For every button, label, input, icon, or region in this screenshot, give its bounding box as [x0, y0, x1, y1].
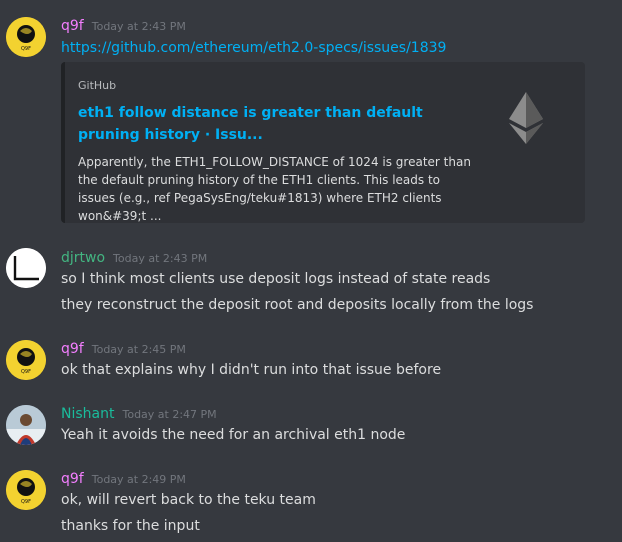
- avatar[interactable]: Q9F: [6, 470, 46, 510]
- timestamp: Today at 2:49 PM: [91, 473, 186, 486]
- avatar[interactable]: Q9F: [6, 340, 46, 380]
- avatar[interactable]: Q9F: [6, 17, 46, 57]
- timestamp: Today at 2:45 PM: [91, 343, 186, 356]
- timestamp: Today at 2:43 PM: [113, 252, 208, 265]
- message-text: ok, will revert back to the teku team: [61, 492, 316, 508]
- author-name[interactable]: q9f Today at 2:43 PM: [61, 18, 186, 34]
- message-text: Yeah it avoids the need for an archival …: [61, 427, 406, 443]
- message-text: ok that explains why I didn't run into t…: [61, 362, 442, 378]
- message-link[interactable]: https://github.com/ethereum/eth2.0-specs…: [61, 40, 446, 56]
- embed-provider[interactable]: GitHub: [78, 79, 116, 92]
- avatar-badge: Q9F: [21, 369, 31, 375]
- avatar-badge: Q9F: [21, 499, 31, 505]
- link-embed: GitHub eth1 follow distance is greater t…: [61, 62, 585, 223]
- message-text: so I think most clients use deposit logs…: [61, 271, 491, 287]
- author-name[interactable]: Nishant Today at 2:47 PM: [61, 406, 217, 422]
- ethereum-logo-icon[interactable]: [501, 90, 551, 146]
- embed-title[interactable]: eth1 follow distance is greater than def…: [78, 102, 458, 146]
- author-name[interactable]: q9f Today at 2:49 PM: [61, 471, 186, 487]
- message-text: thanks for the input: [61, 518, 200, 534]
- author-name[interactable]: q9f Today at 2:45 PM: [61, 341, 186, 357]
- timestamp: Today at 2:43 PM: [91, 20, 186, 33]
- avatar-badge: Q9F: [21, 46, 31, 52]
- message-text: they reconstruct the deposit root and de…: [61, 297, 534, 313]
- timestamp: Today at 2:47 PM: [122, 408, 217, 421]
- embed-description: Apparently, the ETH1_FOLLOW_DISTANCE of …: [78, 155, 471, 223]
- avatar[interactable]: [6, 405, 46, 445]
- author-name[interactable]: djrtwo Today at 2:43 PM: [61, 250, 207, 266]
- avatar[interactable]: [6, 248, 46, 288]
